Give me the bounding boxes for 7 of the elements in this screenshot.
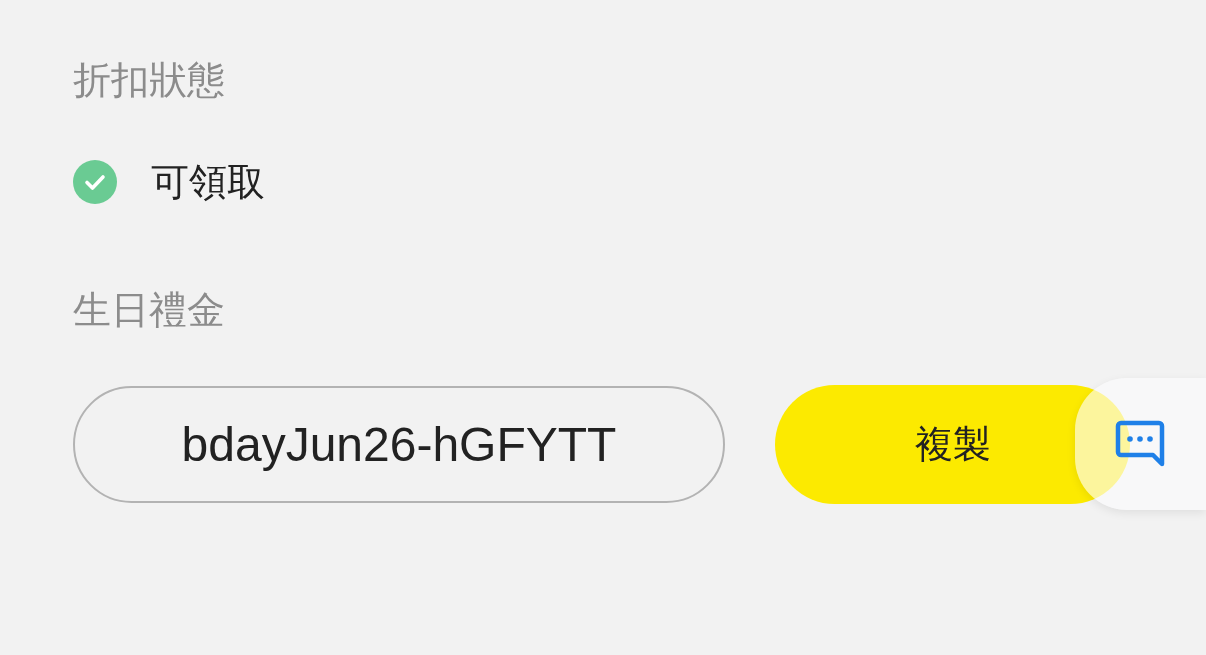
status-text: 可領取 [151, 160, 265, 204]
chat-bubble-icon [1115, 420, 1165, 468]
chat-button[interactable] [1075, 378, 1206, 510]
section-label: 生日禮金 [73, 288, 225, 332]
section-label: 折扣狀態 [73, 58, 225, 102]
coupon-code-field: bdayJun26-hGFYTT [73, 386, 725, 503]
copy-button[interactable]: 複製 [775, 385, 1130, 504]
